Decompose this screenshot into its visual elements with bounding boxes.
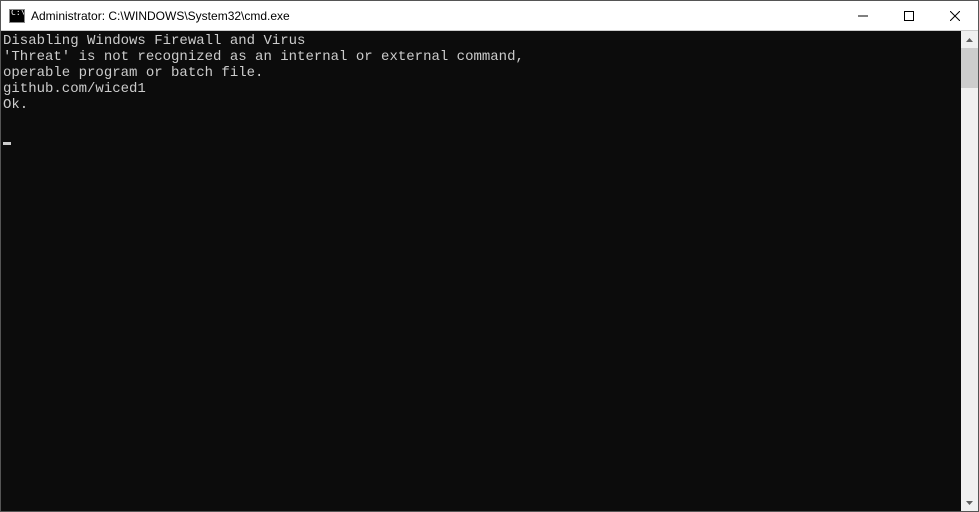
cursor: [3, 129, 961, 145]
vertical-scrollbar[interactable]: [961, 31, 978, 511]
console-line: github.com/wiced1: [3, 81, 961, 97]
scroll-track[interactable]: [961, 48, 978, 494]
cmd-window: C:\ Administrator: C:\WINDOWS\System32\c…: [0, 0, 979, 512]
maximize-button[interactable]: [886, 1, 932, 30]
window-title: Administrator: C:\WINDOWS\System32\cmd.e…: [31, 9, 840, 23]
chevron-down-icon: [966, 501, 973, 505]
close-button[interactable]: [932, 1, 978, 30]
caption-buttons: [840, 1, 978, 30]
console-line: 'Threat' is not recognized as an interna…: [3, 49, 961, 65]
minimize-icon: [858, 11, 868, 21]
close-icon: [950, 11, 960, 21]
console-output[interactable]: Disabling Windows Firewall and Virus'Thr…: [1, 31, 961, 511]
minimize-button[interactable]: [840, 1, 886, 30]
scroll-up-button[interactable]: [961, 31, 978, 48]
titlebar[interactable]: C:\ Administrator: C:\WINDOWS\System32\c…: [1, 1, 978, 31]
scroll-down-button[interactable]: [961, 494, 978, 511]
cmd-icon: C:\: [9, 8, 25, 24]
console-line: Disabling Windows Firewall and Virus: [3, 33, 961, 49]
console-body: Disabling Windows Firewall and Virus'Thr…: [1, 31, 978, 511]
chevron-up-icon: [966, 38, 973, 42]
maximize-icon: [904, 11, 914, 21]
console-line: Ok.: [3, 97, 961, 113]
console-line: [3, 113, 961, 129]
console-line: operable program or batch file.: [3, 65, 961, 81]
scroll-thumb[interactable]: [961, 48, 978, 88]
